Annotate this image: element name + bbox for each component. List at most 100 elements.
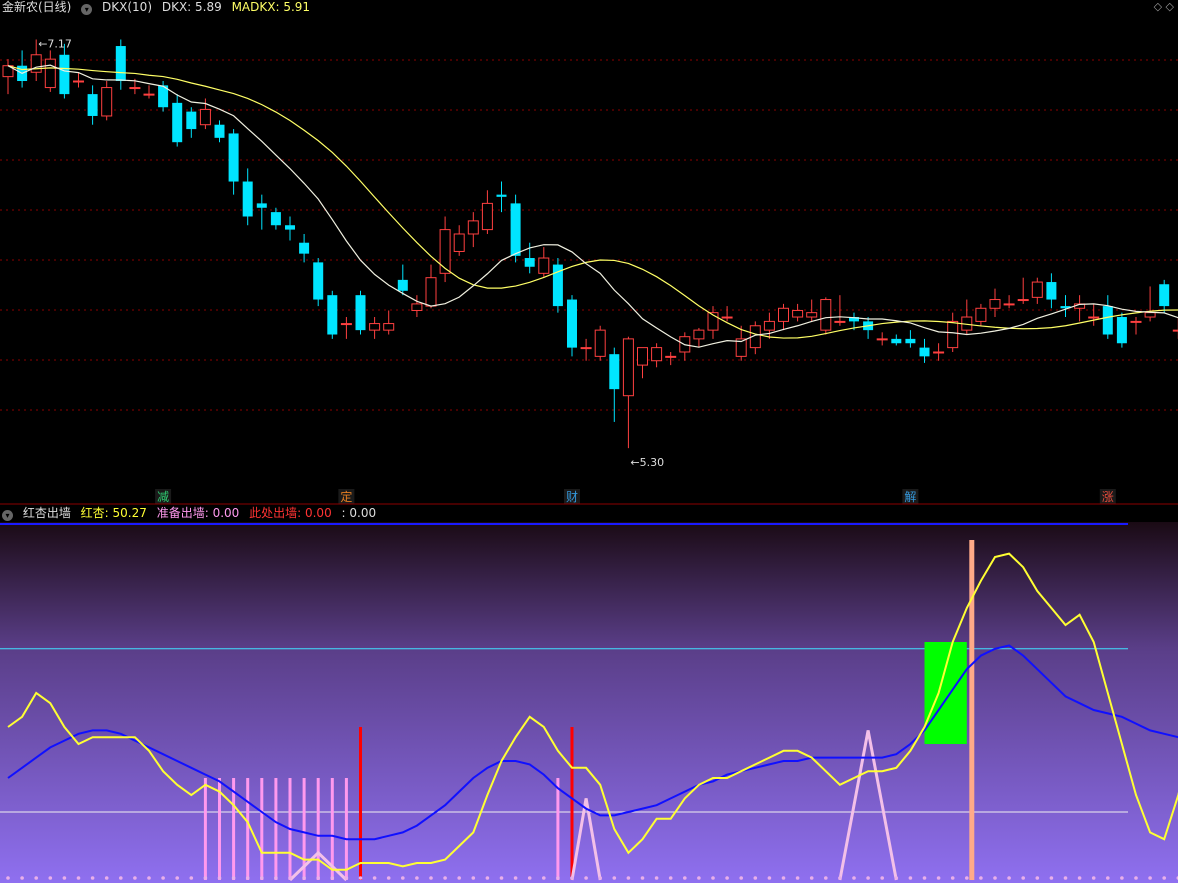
baseline-dot: [683, 876, 687, 880]
candle-up: [721, 316, 733, 319]
baseline-dot: [48, 876, 53, 880]
baseline-dot: [245, 876, 250, 880]
candle-down: [172, 102, 183, 143]
candle-down: [609, 354, 620, 390]
candle-up: [763, 320, 775, 331]
baseline-dot: [288, 876, 292, 880]
baseline-dot: [1007, 876, 1011, 880]
candle-up: [975, 307, 987, 322]
marker-label: 减: [157, 490, 169, 504]
sub-title[interactable]: 红杏出墙: [23, 506, 71, 520]
baseline-dot: [401, 876, 405, 880]
baseline-dot: [979, 876, 983, 880]
candle-up: [1031, 281, 1043, 298]
signal-box: [924, 642, 967, 744]
baseline-dot: [175, 876, 179, 880]
candle-up: [1017, 299, 1029, 302]
baseline-dot: [993, 876, 997, 880]
candle-down: [1116, 317, 1127, 344]
baseline-dot: [809, 876, 814, 880]
baseline-dot: [1049, 876, 1054, 880]
candle-up: [989, 299, 1001, 309]
high-price-label: ←7.17: [38, 37, 72, 50]
baseline-dot: [1106, 876, 1110, 880]
candle-up: [1144, 312, 1156, 318]
corner-diamond-icon-2[interactable]: ◇: [1166, 0, 1174, 13]
marker-label: 定: [340, 489, 352, 504]
indicator-toggle-icon[interactable]: ▾: [81, 4, 93, 15]
candle-up: [637, 347, 648, 366]
candle-down: [905, 338, 916, 344]
baseline-dot: [1148, 876, 1152, 880]
candle-up: [453, 233, 465, 252]
baseline-dot: [274, 876, 278, 880]
baseline-dot: [1035, 876, 1040, 880]
madkx-value: MADKX: 5.91: [231, 0, 311, 14]
baseline-dot: [556, 876, 560, 880]
candle-down: [1159, 284, 1170, 307]
candle-down: [256, 203, 267, 208]
baseline-dot: [654, 876, 659, 880]
baseline-dot: [781, 876, 786, 880]
baseline-dot: [711, 876, 715, 880]
candle-up: [439, 229, 451, 274]
sub-panel-bg: [0, 522, 1178, 883]
sub-toggle-icon[interactable]: ▾: [2, 510, 13, 521]
baseline-dot: [866, 876, 870, 880]
candle-up: [651, 347, 663, 362]
candle-up: [806, 312, 818, 318]
candle-down: [355, 295, 366, 331]
candle-up: [383, 323, 395, 331]
baseline-dot: [62, 876, 67, 880]
candle-up: [44, 58, 56, 89]
baseline-dot: [965, 876, 969, 880]
main-header: 金新农(日线) ▾ DKX(10) DKX: 5.89 MADKX: 5.91: [2, 0, 316, 16]
baseline-dot: [513, 876, 518, 880]
candle-down: [524, 258, 535, 267]
candle-up: [30, 54, 42, 73]
baseline-dot: [852, 876, 856, 880]
baseline-dot: [753, 876, 758, 880]
baseline-dot: [231, 876, 236, 880]
baseline-dot: [795, 876, 800, 880]
baseline-dot: [880, 876, 884, 880]
corner-controls: ◇ ◇: [1154, 0, 1174, 13]
baseline-dot: [90, 876, 95, 880]
ready-value: 准备出墙: 0.00: [156, 506, 240, 520]
candle-down: [510, 203, 521, 256]
indicator-name[interactable]: DKX(10): [102, 0, 152, 14]
baseline-dot: [824, 876, 828, 880]
baseline-dot: [372, 876, 377, 880]
baseline-dot: [471, 876, 476, 880]
marker-label: 解: [904, 490, 916, 504]
baseline-dot: [415, 876, 419, 880]
baseline-dot: [119, 876, 123, 880]
candle-up: [580, 347, 592, 350]
baseline-dot: [668, 876, 673, 880]
candle-up: [73, 80, 84, 83]
baseline-dot: [697, 876, 701, 880]
candle-down: [214, 124, 225, 138]
candle-down: [327, 295, 338, 335]
candle-up: [933, 351, 945, 354]
baseline-dot: [147, 876, 151, 880]
candle-up: [369, 323, 381, 331]
candle-down: [186, 111, 197, 130]
baseline-dot: [640, 876, 645, 880]
baseline-dot: [612, 876, 617, 880]
baseline-dot: [386, 876, 391, 880]
baseline-dot: [457, 876, 462, 880]
corner-diamond-icon[interactable]: ◇: [1154, 0, 1162, 13]
baseline-dot: [161, 876, 165, 880]
baseline-dot: [739, 876, 743, 880]
baseline-dot: [725, 876, 729, 880]
baseline-dot: [894, 876, 899, 880]
candle-down: [1102, 306, 1113, 335]
candle-down: [1046, 282, 1057, 300]
candle-up: [622, 338, 634, 397]
main-panel-bg: [0, 0, 1178, 504]
baseline-dot: [922, 876, 927, 880]
candle-down: [496, 194, 507, 197]
candle-up: [143, 93, 155, 96]
candle-down: [891, 338, 902, 344]
